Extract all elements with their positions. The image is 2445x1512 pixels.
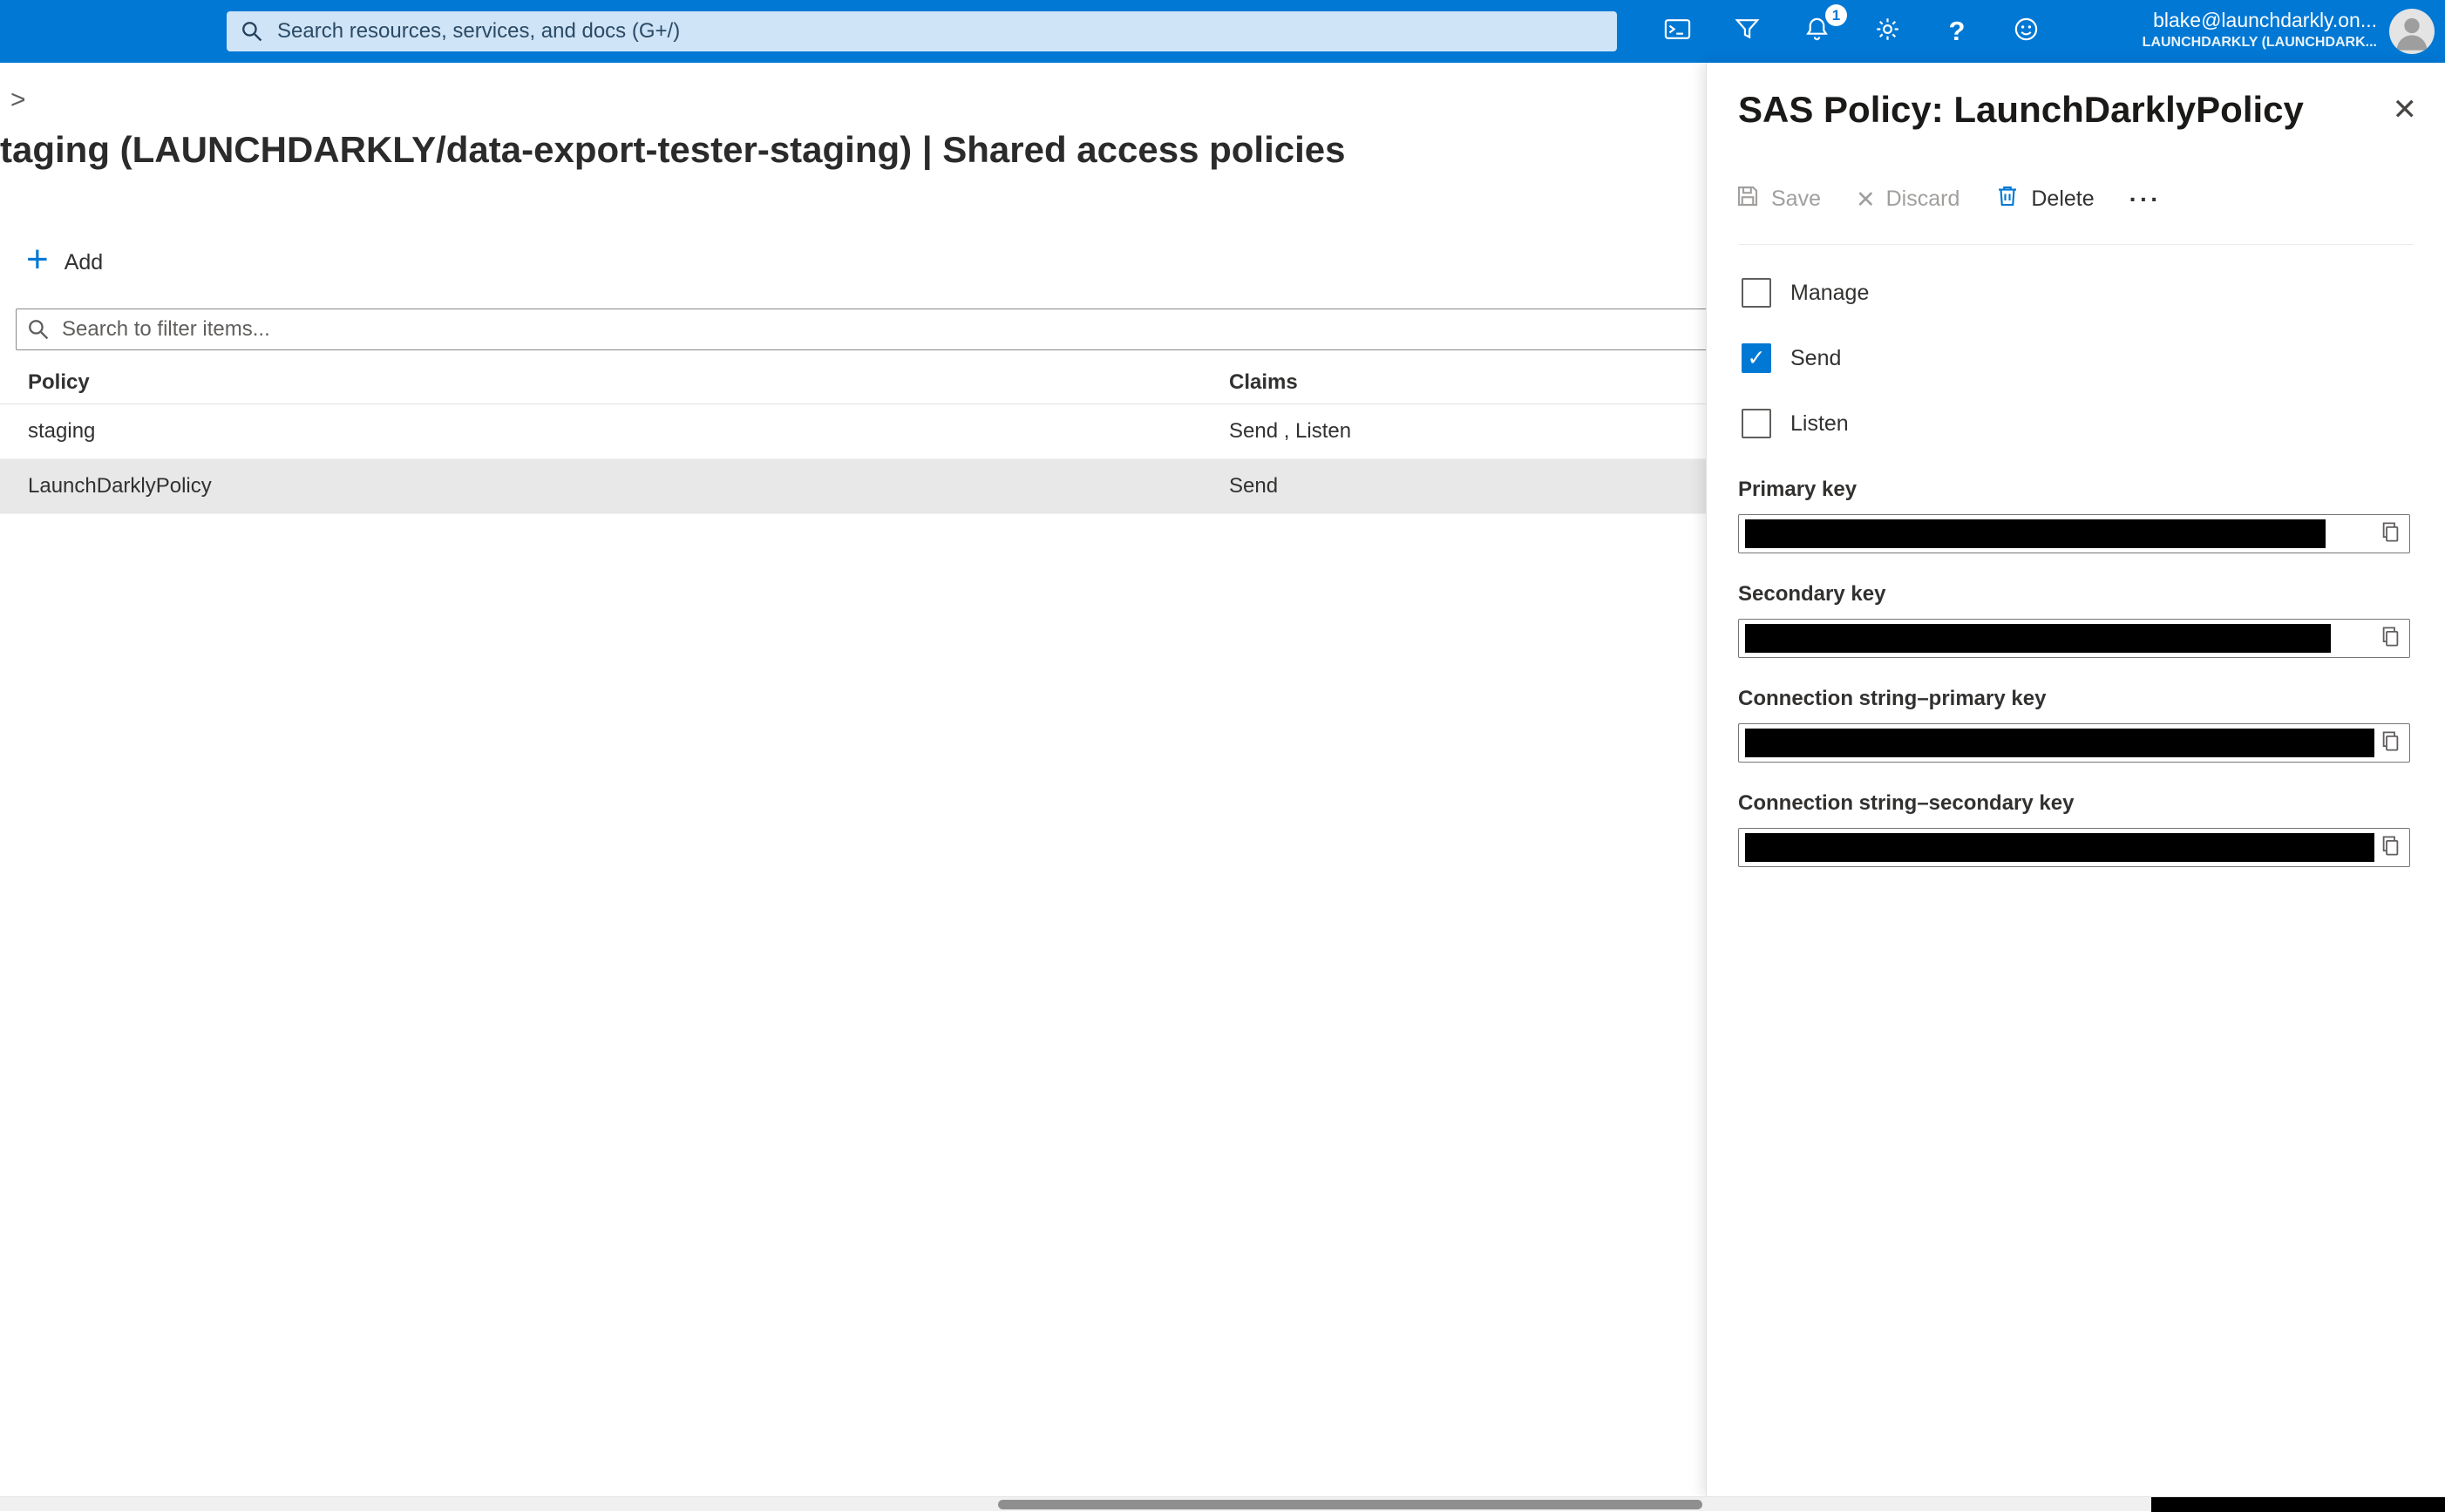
global-search[interactable] — [227, 11, 1617, 51]
discard-button[interactable]: ✕ Discard — [1856, 186, 1959, 213]
table-row-launchdarklypolicy[interactable]: LaunchDarklyPolicy Send — [0, 459, 1706, 514]
claims-cell: Send — [1229, 474, 1278, 498]
trash-icon — [1994, 183, 2021, 215]
connection-string-primary-key-label: Connection string–primary key — [1738, 687, 2046, 711]
copy-secondary-key-button[interactable] — [2375, 624, 2405, 654]
policy-cell: staging — [28, 419, 95, 444]
redacted-value — [1745, 624, 2331, 653]
panel-toolbar: Save ✕ Discard Delete ··· — [1735, 183, 2162, 215]
manage-checkbox-label[interactable]: Manage — [1790, 281, 1869, 306]
save-button-label: Save — [1771, 186, 1821, 212]
horizontal-scrollbar-thumb[interactable] — [998, 1500, 1702, 1509]
ellipsis-icon: ··· — [2129, 186, 2162, 213]
search-icon — [241, 20, 263, 43]
primary-key-field[interactable] — [1738, 514, 2410, 553]
connection-string-secondary-key-field[interactable] — [1738, 828, 2410, 867]
manage-checkbox[interactable] — [1742, 278, 1771, 308]
cloud-shell-icon — [1664, 16, 1691, 47]
help-button[interactable]: ? — [1932, 7, 1982, 56]
listen-checkbox[interactable] — [1742, 409, 1771, 438]
save-disk-icon — [1735, 183, 1761, 215]
copy-icon — [2379, 729, 2402, 757]
filter-items-search[interactable] — [16, 309, 1776, 350]
global-search-input[interactable] — [263, 11, 1617, 51]
panel-title: SAS Policy: LaunchDarklyPolicy — [1738, 89, 2304, 131]
copy-primary-key-button[interactable] — [2375, 519, 2405, 549]
delete-button-label: Delete — [2031, 186, 2094, 212]
delete-button[interactable]: Delete — [1994, 183, 2094, 215]
filter-items-input[interactable] — [50, 309, 1776, 349]
close-icon: ✕ — [2393, 93, 2418, 126]
send-checkbox-label[interactable]: Send — [1790, 346, 1841, 371]
primary-key-label: Primary key — [1738, 478, 1857, 502]
discard-x-icon: ✕ — [1856, 186, 1876, 213]
settings-gear-icon — [1874, 16, 1901, 47]
redacted-value — [1745, 519, 2326, 548]
send-checkbox[interactable] — [1742, 343, 1771, 373]
connection-string-secondary-key-label: Connection string–secondary key — [1738, 791, 2074, 816]
connection-string-primary-key-field[interactable] — [1738, 723, 2410, 763]
discard-button-label: Discard — [1886, 186, 1960, 212]
user-avatar[interactable] — [2389, 9, 2435, 54]
cloud-shell-button[interactable] — [1652, 7, 1702, 56]
user-email: blake@launchdarkly.on... — [2143, 8, 2377, 33]
table-row-staging[interactable]: staging Send , Listen — [0, 404, 1706, 459]
search-icon — [27, 318, 50, 341]
page-title: taging (LAUNCHDARKLY/data-export-tester-… — [0, 129, 1700, 171]
secondary-key-label: Secondary key — [1738, 582, 1885, 607]
breadcrumb-expand-chevron[interactable]: > — [10, 85, 26, 115]
policies-table: Policy Claims staging Send , Listen Laun… — [0, 361, 1706, 514]
table-header-row: Policy Claims — [0, 361, 1706, 404]
column-header-claims[interactable]: Claims — [1229, 370, 1298, 395]
secondary-key-field[interactable] — [1738, 619, 2410, 658]
send-checkbox-row[interactable]: Send — [1742, 342, 1841, 374]
redacted-value — [1745, 833, 2374, 862]
user-tenant: LAUNCHDARKLY (LAUNCHDARK... — [2143, 33, 2377, 51]
copy-icon — [2379, 625, 2402, 653]
copy-connection-string-primary-button[interactable] — [2375, 729, 2405, 758]
listen-checkbox-row[interactable]: Listen — [1742, 408, 1849, 439]
account-menu[interactable]: blake@launchdarkly.on... LAUNCHDARKLY (L… — [2143, 8, 2377, 51]
horizontal-scrollbar-track[interactable] — [0, 1496, 2445, 1511]
directory-filter-button[interactable] — [1722, 7, 1772, 56]
copy-icon — [2379, 834, 2402, 862]
save-button[interactable]: Save — [1735, 183, 1821, 215]
policy-cell: LaunchDarklyPolicy — [28, 474, 212, 498]
help-icon: ? — [1949, 16, 1966, 47]
feedback-button[interactable] — [2000, 7, 2051, 56]
manage-checkbox-row[interactable]: Manage — [1742, 277, 1869, 309]
column-header-policy[interactable]: Policy — [28, 370, 90, 395]
copy-icon — [2379, 520, 2402, 548]
plus-icon: + — [26, 241, 49, 279]
claims-cell: Send , Listen — [1229, 419, 1351, 444]
add-button-label: Add — [65, 250, 103, 275]
copy-connection-string-secondary-button[interactable] — [2375, 833, 2405, 863]
feedback-smiley-icon — [2013, 16, 2040, 47]
listen-checkbox-label[interactable]: Listen — [1790, 411, 1849, 437]
directory-filter-icon — [1734, 16, 1761, 47]
azure-top-bar: 1 ? blake@launchdarkly.on... LAUNCHDARKL… — [0, 0, 2445, 63]
redaction-bar — [2151, 1497, 2445, 1512]
redacted-value — [1745, 729, 2374, 757]
add-button[interactable]: + Add — [26, 241, 103, 284]
more-options-button[interactable]: ··· — [2129, 186, 2162, 214]
close-panel-button[interactable]: ✕ — [2393, 92, 2418, 127]
settings-button[interactable] — [1862, 7, 1912, 56]
notification-count-badge: 1 — [1825, 4, 1847, 26]
sas-policy-panel: SAS Policy: LaunchDarklyPolicy ✕ Save ✕ … — [1706, 63, 2445, 1496]
toolbar-divider — [1738, 244, 2414, 245]
